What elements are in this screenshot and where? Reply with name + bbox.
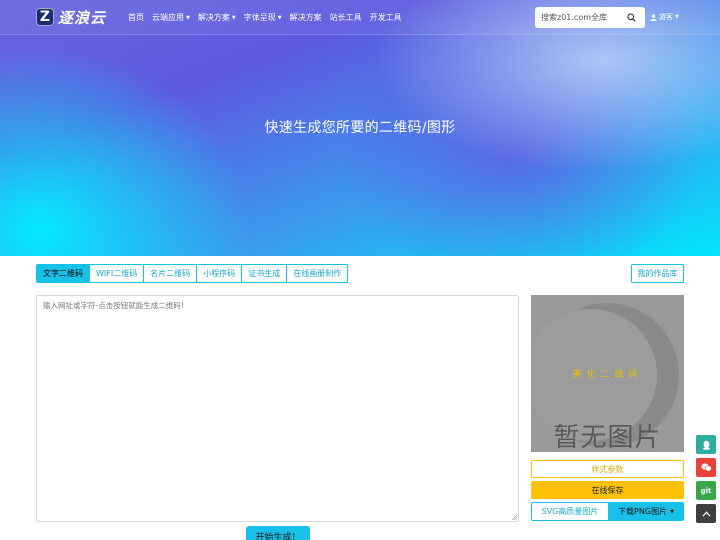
style-params-button[interactable]: 样式参数: [531, 460, 684, 478]
side-float-bar: git: [696, 435, 716, 527]
png-download-label: 下载PNG图片: [618, 507, 668, 516]
hero-banner: 快速生成您所要的二维码/图形: [0, 0, 720, 256]
svg-download-button[interactable]: SVG高质量图片: [531, 502, 609, 521]
user-menu[interactable]: 游客 ▼: [650, 12, 679, 22]
caret-down-icon: ▼: [277, 14, 282, 21]
caret-down-icon: ▼: [186, 14, 190, 21]
tab-certificate[interactable]: 证书生成: [241, 264, 288, 283]
search-box: [535, 7, 645, 28]
hero-title: 快速生成您所要的二维码/图形: [264, 120, 456, 136]
caret-down-icon: ▼: [231, 14, 236, 21]
caret-down-icon: ▼: [675, 14, 679, 20]
nav-item-home[interactable]: 首页: [128, 12, 144, 23]
tab-text-qrcode[interactable]: 文字二维码: [36, 264, 90, 283]
preview-empty-text: 暂无图片: [553, 423, 662, 452]
user-label: 游客: [659, 13, 673, 21]
brand-name: 逐浪云: [58, 8, 107, 27]
qq-button[interactable]: [696, 435, 716, 454]
user-icon: [650, 13, 657, 21]
main-nav: 首页 云端应用 ▼ 解决方案 ▼ 字体呈现 ▼ 解决方案 站长工具 开发工具: [128, 0, 402, 35]
brand-mark-icon: Z: [36, 8, 54, 26]
save-online-button[interactable]: 在线保存: [531, 481, 684, 499]
generate-button[interactable]: 开始生成！: [246, 526, 310, 540]
my-works-button[interactable]: 我的作品库: [631, 264, 684, 283]
nav-item-webmaster-tools[interactable]: 站长工具: [330, 12, 362, 23]
resize-grip-icon[interactable]: [511, 514, 517, 520]
search-icon[interactable]: [623, 10, 639, 26]
tab-wifi-qrcode[interactable]: WIFI二维码: [89, 264, 145, 283]
nav-item-solutions-2[interactable]: 解决方案: [290, 12, 322, 23]
qr-type-tabs: 文字二维码 WIFI二维码 名片二维码 小程序码 证书生成 在线画册制作: [36, 264, 349, 283]
chevron-up-icon: [701, 510, 711, 517]
qr-content-textarea[interactable]: [36, 295, 519, 522]
tab-card-qrcode[interactable]: 名片二维码: [143, 264, 198, 283]
qr-preview-image: 美化二维码 暂无图片: [531, 295, 684, 452]
nav-item-cloud-apps[interactable]: 云端应用 ▼: [152, 12, 190, 23]
caret-down-icon: ▼: [670, 508, 674, 515]
nav-item-fonts[interactable]: 字体呈现 ▼: [244, 12, 282, 23]
qq-icon: [702, 440, 710, 450]
tab-miniprogram-code[interactable]: 小程序码: [196, 264, 243, 283]
wechat-icon: [700, 463, 712, 472]
wechat-button[interactable]: [696, 458, 716, 477]
search-input[interactable]: [535, 13, 623, 22]
nav-item-solutions[interactable]: 解决方案 ▼: [198, 12, 236, 23]
git-button[interactable]: git: [696, 481, 716, 500]
top-navbar: Z 逐浪云 首页 云端应用 ▼ 解决方案 ▼ 字体呈现 ▼ 解决方案 站长工具 开发工…: [0, 0, 720, 35]
back-to-top-button[interactable]: [696, 504, 716, 523]
brand-logo[interactable]: Z 逐浪云: [36, 7, 106, 27]
tab-online-album[interactable]: 在线画册制作: [286, 264, 349, 283]
png-download-button[interactable]: 下载PNG图片 ▼: [608, 502, 684, 521]
preview-label: 美化二维码: [572, 370, 643, 380]
nav-item-dev-tools[interactable]: 开发工具: [370, 12, 402, 23]
